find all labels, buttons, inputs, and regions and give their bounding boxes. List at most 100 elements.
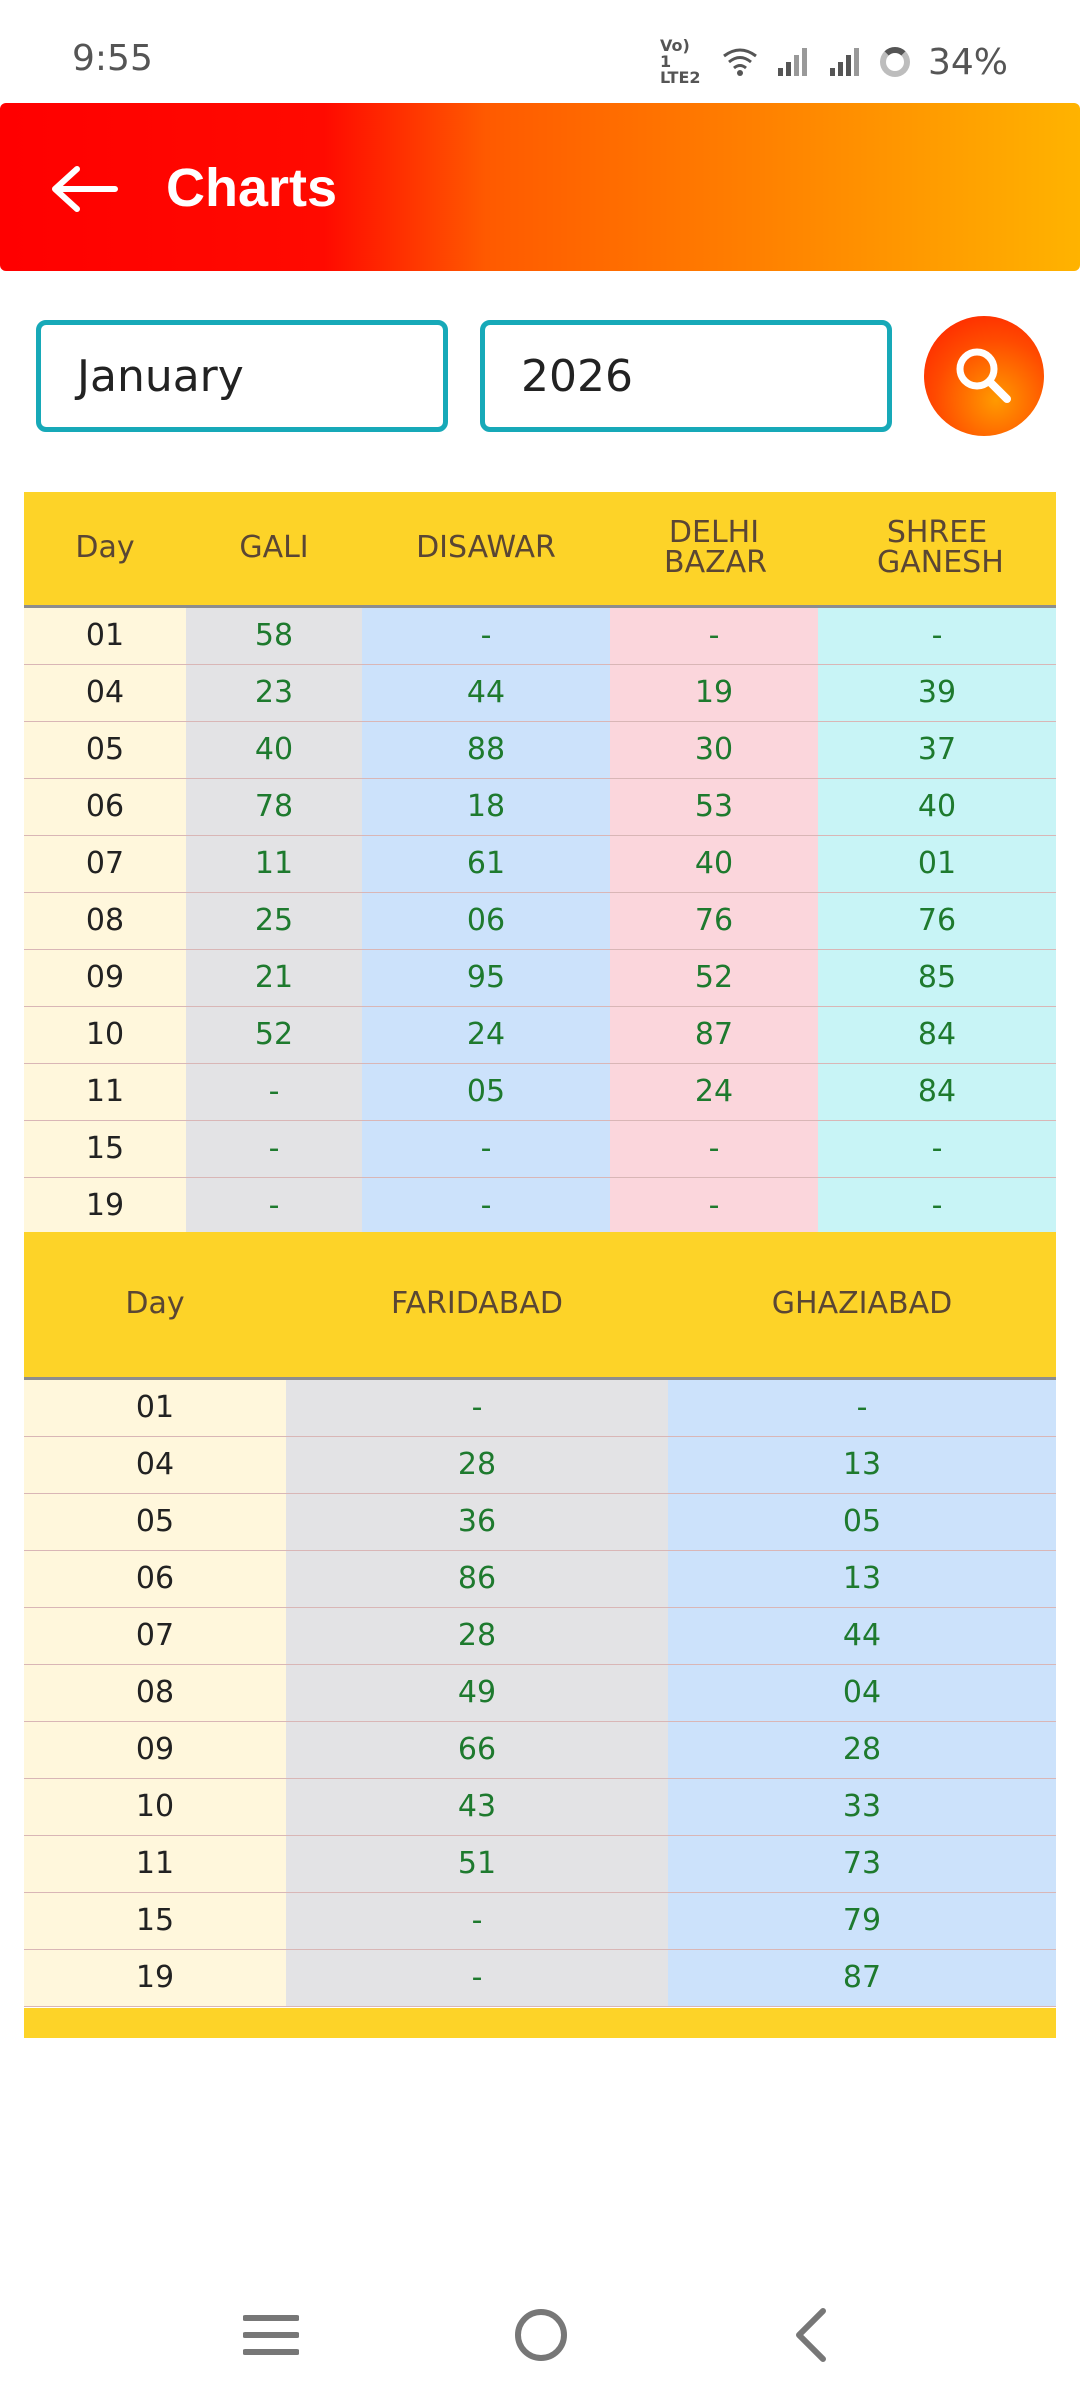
- day-cell: 08: [24, 892, 186, 950]
- result-cell: 66: [286, 1721, 668, 1779]
- result-cell: 28: [286, 1607, 668, 1665]
- day-cell: 06: [24, 1550, 286, 1608]
- result-cell: -: [818, 606, 1056, 665]
- result-cell: 53: [610, 778, 818, 836]
- table-footer: [24, 2008, 1056, 2038]
- volte-line1: Vo) 1: [659, 36, 690, 71]
- day-cell: 10: [24, 1006, 186, 1064]
- result-cell: 61: [362, 835, 610, 893]
- result-cell: 30: [610, 721, 818, 779]
- result-cell: 85: [818, 949, 1056, 1007]
- day-cell: 10: [24, 1778, 286, 1836]
- result-cell: 49: [286, 1664, 668, 1722]
- day-cell: 06: [24, 778, 186, 836]
- result-cell: -: [818, 1120, 1056, 1178]
- result-cell: 25: [186, 892, 362, 950]
- result-cell: 44: [668, 1607, 1056, 1665]
- result-cell: -: [286, 1892, 668, 1950]
- home-icon: [515, 2309, 567, 2361]
- result-cell: 43: [286, 1778, 668, 1836]
- result-cell: 40: [818, 778, 1056, 836]
- table-row: 19-87: [24, 1949, 1056, 2007]
- year-select[interactable]: 2026: [480, 320, 892, 432]
- chart-table-1: Day GALI DISAWAR DELHI BAZAR SHREE GANES…: [24, 492, 1056, 1235]
- result-cell: 33: [668, 1778, 1056, 1836]
- battery-ring-icon: [879, 47, 910, 77]
- result-cell: 36: [286, 1493, 668, 1551]
- month-select[interactable]: January: [36, 320, 448, 432]
- table-row: 07 11 61 40 01: [24, 835, 1056, 893]
- menu-icon: [243, 2315, 299, 2355]
- result-cell: 28: [286, 1436, 668, 1494]
- table-row: 05 40 88 30 37: [24, 721, 1056, 779]
- result-cell: 51: [286, 1835, 668, 1893]
- status-time: 9:55: [72, 38, 153, 79]
- search-icon: [956, 348, 1011, 403]
- result-cell: -: [286, 1949, 668, 2007]
- result-cell: 44: [362, 664, 610, 722]
- col-header-ghaziabad: GHAZIABAD: [668, 1232, 1056, 1380]
- status-icons: Vo) 1 LTE2 34%: [660, 38, 1008, 86]
- result-cell: 52: [610, 949, 818, 1007]
- result-cell: -: [186, 1120, 362, 1178]
- nav-back-button[interactable]: [766, 2290, 856, 2380]
- result-cell: 13: [668, 1550, 1056, 1608]
- table-row: 08 25 06 76 76: [24, 892, 1056, 950]
- system-nav-bar: [0, 2290, 1080, 2380]
- table-row: 06 86 13: [24, 1550, 1056, 1608]
- day-cell: 05: [24, 1493, 286, 1551]
- col-header-day: Day: [24, 492, 186, 608]
- table-row: 04 23 44 19 39: [24, 664, 1056, 722]
- day-cell: 08: [24, 1664, 286, 1722]
- day-cell: 01: [24, 1378, 286, 1437]
- day-cell: 15: [24, 1120, 186, 1178]
- result-cell: 40: [186, 721, 362, 779]
- day-cell: 04: [24, 1436, 286, 1494]
- result-cell: 58: [186, 606, 362, 665]
- result-cell: -: [610, 606, 818, 665]
- col-header-gali: GALI: [186, 492, 362, 608]
- chart-table-2: Day FARIDABAD GHAZIABAD 01- -04 28 13 05 36 05…: [24, 1232, 1056, 2007]
- battery-percent: 34%: [927, 41, 1008, 83]
- result-cell: 40: [610, 835, 818, 893]
- search-button[interactable]: [924, 316, 1044, 436]
- result-cell: 11: [186, 835, 362, 893]
- signal-icon: [829, 48, 859, 76]
- table-row: 11 51 73: [24, 1835, 1056, 1893]
- day-cell: 11: [24, 1063, 186, 1121]
- table-row: 06 78 18 53 40: [24, 778, 1056, 836]
- result-cell: 18: [362, 778, 610, 836]
- result-cell: 76: [818, 892, 1056, 950]
- result-cell: 76: [610, 892, 818, 950]
- table-row: 09 66 28: [24, 1721, 1056, 1779]
- result-cell: 24: [610, 1063, 818, 1121]
- result-cell: 79: [668, 1892, 1056, 1950]
- table-row: 07 28 44: [24, 1607, 1056, 1665]
- result-cell: -: [362, 606, 610, 665]
- wifi-icon: [723, 48, 757, 76]
- result-cell: 88: [362, 721, 610, 779]
- day-cell: 09: [24, 949, 186, 1007]
- day-cell: 04: [24, 664, 186, 722]
- result-cell: 95: [362, 949, 610, 1007]
- col-header-faridabad: FARIDABAD: [286, 1232, 668, 1380]
- result-cell: 01: [818, 835, 1056, 893]
- result-cell: 13: [668, 1436, 1056, 1494]
- back-button[interactable]: [44, 149, 124, 229]
- nav-home-button[interactable]: [496, 2290, 586, 2380]
- result-cell: 24: [362, 1006, 610, 1064]
- result-cell: 28: [668, 1721, 1056, 1779]
- day-cell: 11: [24, 1835, 286, 1893]
- result-cell: 84: [818, 1006, 1056, 1064]
- result-cell: 37: [818, 721, 1056, 779]
- table-row: 08 49 04: [24, 1664, 1056, 1722]
- day-cell: 19: [24, 1177, 186, 1235]
- nav-menu-button[interactable]: [226, 2290, 316, 2380]
- result-cell: -: [362, 1177, 610, 1235]
- table-header-row: Day FARIDABAD GHAZIABAD: [24, 1232, 1056, 1380]
- result-cell: 73: [668, 1835, 1056, 1893]
- app-header: Charts: [0, 103, 1080, 271]
- table-row: 15-79: [24, 1892, 1056, 1950]
- result-cell: 87: [610, 1006, 818, 1064]
- result-cell: 86: [286, 1550, 668, 1608]
